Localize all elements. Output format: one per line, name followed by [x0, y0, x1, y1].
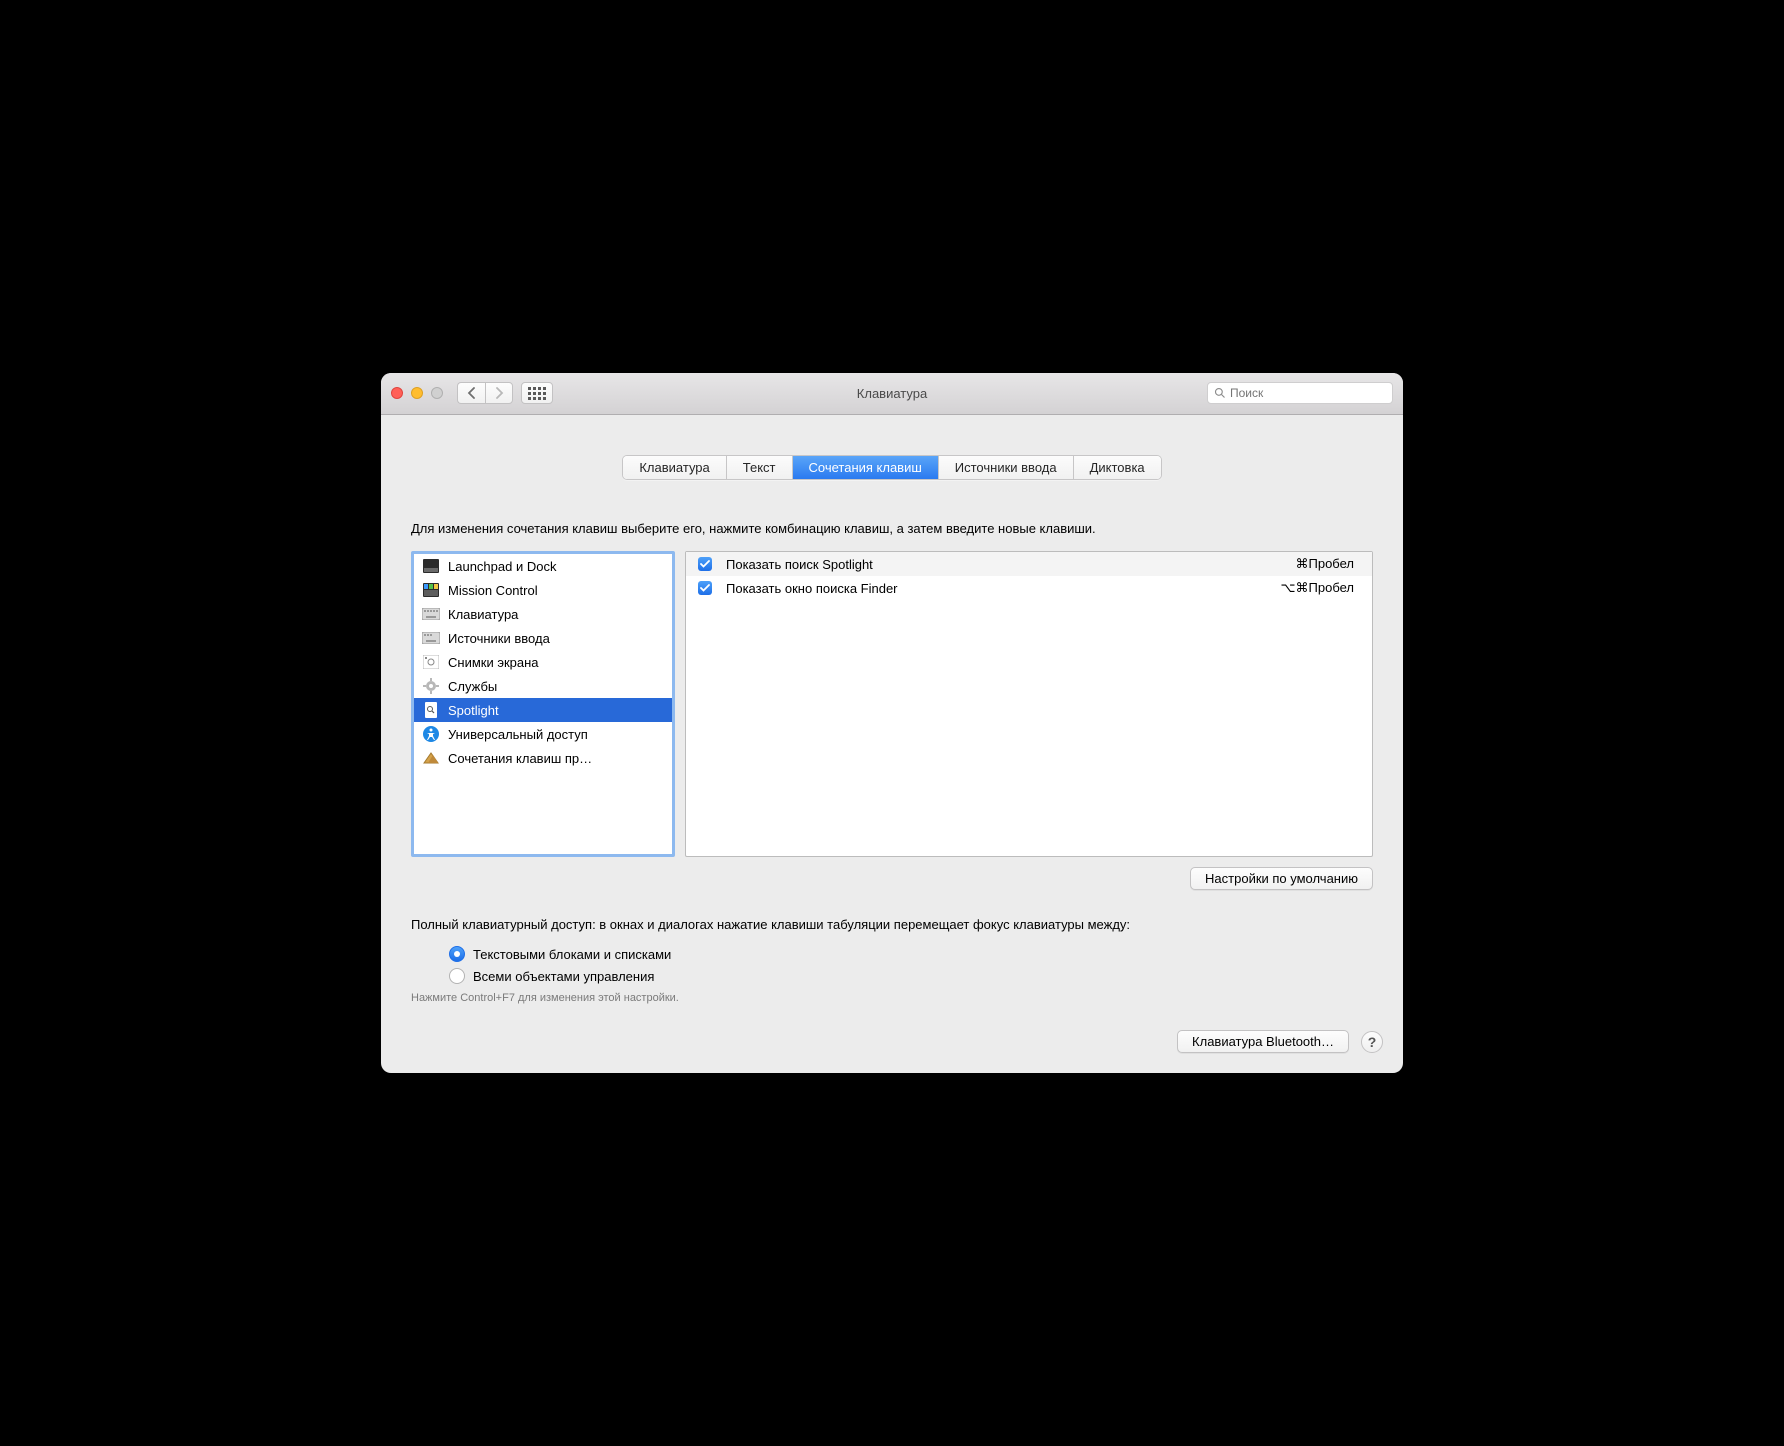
sidebar-item-label: Источники ввода [448, 631, 550, 646]
screenshot-icon [422, 653, 440, 671]
sidebar-item-label: Клавиатура [448, 607, 518, 622]
sidebar-item-input-sources[interactable]: Источники ввода [414, 626, 672, 650]
shortcut-list[interactable]: Показать поиск Spotlight ⌘Пробел Показат… [685, 551, 1373, 857]
zoom-icon [431, 387, 443, 399]
tab-text[interactable]: Текст [727, 456, 793, 479]
sidebar-item-launchpad[interactable]: Launchpad и Dock [414, 554, 672, 578]
sidebar-item-label: Spotlight [448, 703, 499, 718]
shortcut-keys[interactable]: ⌘Пробел [1296, 556, 1355, 572]
radio-button[interactable] [449, 968, 465, 984]
keyboard-icon [422, 605, 440, 623]
show-all-button[interactable] [521, 382, 553, 404]
preferences-window: Клавиатура Клавиатура Текст Сочетания кл… [381, 373, 1403, 1074]
mission-control-icon [422, 581, 440, 599]
search-field[interactable] [1207, 382, 1393, 404]
search-icon [1214, 387, 1226, 399]
help-button[interactable]: ? [1361, 1031, 1383, 1053]
sidebar-item-screenshots[interactable]: Снимки экрана [414, 650, 672, 674]
tab-keyboard[interactable]: Клавиатура [623, 456, 726, 479]
input-sources-icon [422, 629, 440, 647]
gear-icon [422, 677, 440, 695]
footer: Клавиатура Bluetooth… ? [381, 1030, 1403, 1073]
bluetooth-keyboard-button[interactable]: Клавиатура Bluetooth… [1177, 1030, 1349, 1053]
launchpad-icon [422, 557, 440, 575]
back-button[interactable] [457, 382, 485, 404]
shortcut-row[interactable]: Показать поиск Spotlight ⌘Пробел [686, 552, 1372, 576]
sidebar-item-label: Универсальный доступ [448, 727, 588, 742]
close-icon[interactable] [391, 387, 403, 399]
search-input[interactable] [1230, 386, 1386, 400]
window-controls [391, 387, 443, 399]
minimize-icon[interactable] [411, 387, 423, 399]
content-area: Клавиатура Текст Сочетания клавиш Источн… [381, 415, 1403, 1031]
tab-input-sources[interactable]: Источники ввода [939, 456, 1074, 479]
radio-label: Текстовыми блоками и списками [473, 947, 671, 962]
sidebar-item-accessibility[interactable]: Универсальный доступ [414, 722, 672, 746]
sidebar-item-spotlight[interactable]: Spotlight [414, 698, 672, 722]
shortcut-label: Показать поиск Spotlight [726, 557, 873, 572]
instruction-text: Для изменения сочетания клавиш выберите … [411, 520, 1373, 538]
sidebar-item-app-shortcuts[interactable]: Сочетания клавиш пр… [414, 746, 672, 770]
checkbox[interactable] [698, 557, 712, 571]
radio-button[interactable] [449, 946, 465, 962]
forward-button[interactable] [485, 382, 513, 404]
spotlight-icon [422, 701, 440, 719]
sidebar-item-label: Mission Control [448, 583, 538, 598]
category-sidebar[interactable]: Launchpad и Dock Mission Control Клавиат… [411, 551, 675, 857]
radio-label: Всеми объектами управления [473, 969, 654, 984]
radio-all-controls[interactable]: Всеми объектами управления [449, 968, 1373, 984]
sidebar-item-label: Снимки экрана [448, 655, 539, 670]
radio-text-boxes[interactable]: Текстовыми блоками и списками [449, 946, 1373, 962]
tab-dictation[interactable]: Диктовка [1074, 456, 1161, 479]
restore-defaults-button[interactable]: Настройки по умолчанию [1190, 867, 1373, 890]
tab-shortcuts[interactable]: Сочетания клавиш [793, 456, 939, 479]
shortcut-row[interactable]: Показать окно поиска Finder ⌥⌘Пробел [686, 576, 1372, 600]
app-shortcuts-icon [422, 749, 440, 767]
full-access-text: Полный клавиатурный доступ: в окнах и ди… [411, 916, 1373, 934]
hint-text: Нажмите Control+F7 для изменения этой на… [411, 992, 1373, 1004]
full-access-radio-group: Текстовыми блоками и списками Всеми объе… [411, 946, 1373, 984]
sidebar-item-services[interactable]: Службы [414, 674, 672, 698]
tab-bar: Клавиатура Текст Сочетания клавиш Источн… [411, 455, 1373, 480]
titlebar: Клавиатура [381, 373, 1403, 415]
shortcut-label: Показать окно поиска Finder [726, 581, 898, 596]
accessibility-icon [422, 725, 440, 743]
sidebar-item-label: Launchpad и Dock [448, 559, 556, 574]
sidebar-item-label: Службы [448, 679, 497, 694]
shortcut-keys[interactable]: ⌥⌘Пробел [1281, 580, 1354, 596]
sidebar-item-mission-control[interactable]: Mission Control [414, 578, 672, 602]
checkbox[interactable] [698, 581, 712, 595]
sidebar-item-keyboard[interactable]: Клавиатура [414, 602, 672, 626]
nav-buttons [457, 382, 513, 404]
sidebar-item-label: Сочетания клавиш пр… [448, 751, 592, 766]
